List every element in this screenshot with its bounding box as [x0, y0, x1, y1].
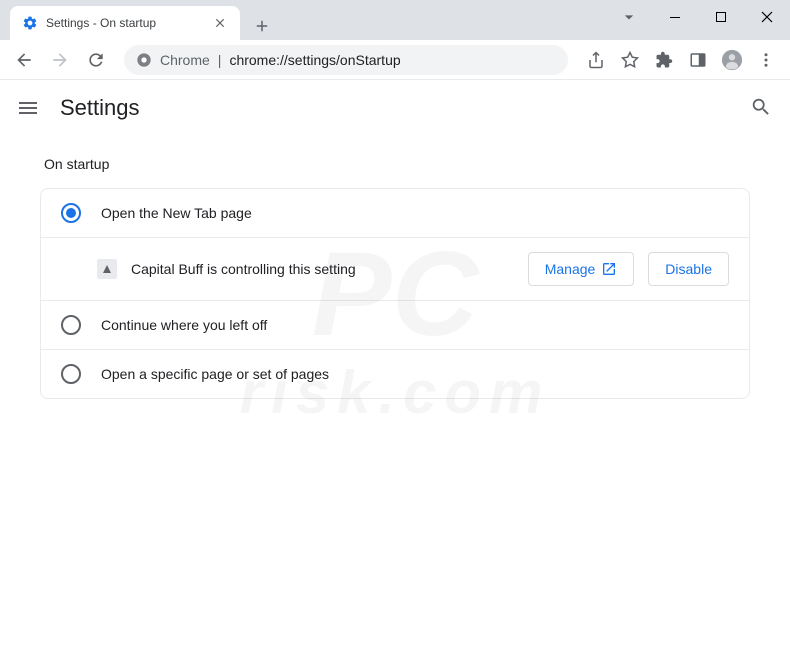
kebab-menu-icon[interactable] — [750, 44, 782, 76]
radio-label: Continue where you left off — [101, 317, 267, 333]
omnibox-prefix: Chrome — [160, 52, 210, 68]
tab-title: Settings - On startup — [46, 16, 204, 30]
address-bar[interactable]: Chrome | chrome://settings/onStartup — [124, 45, 568, 75]
omnibox-url: chrome://settings/onStartup — [229, 52, 400, 68]
startup-options-card: Open the New Tab page Capital Buff is co… — [40, 188, 750, 399]
forward-button[interactable] — [44, 44, 76, 76]
hamburger-menu-icon[interactable] — [16, 96, 40, 120]
browser-tab[interactable]: Settings - On startup — [10, 6, 240, 40]
reload-button[interactable] — [80, 44, 112, 76]
radio-continue[interactable]: Continue where you left off — [41, 301, 749, 349]
manage-button[interactable]: Manage — [528, 252, 635, 286]
extension-app-icon — [97, 259, 117, 279]
maximize-button[interactable] — [698, 2, 744, 32]
radio-unselected-icon — [61, 315, 81, 335]
minimize-button[interactable] — [652, 2, 698, 32]
disable-button[interactable]: Disable — [648, 252, 729, 286]
bookmark-star-icon[interactable] — [614, 44, 646, 76]
extension-notice-text: Capital Buff is controlling this setting — [131, 261, 514, 277]
chevron-down-icon[interactable] — [606, 2, 652, 32]
close-tab-icon[interactable] — [212, 15, 228, 31]
radio-unselected-icon — [61, 364, 81, 384]
section-label: On startup — [40, 156, 750, 172]
radio-open-new-tab[interactable]: Open the New Tab page — [41, 189, 749, 237]
back-button[interactable] — [8, 44, 40, 76]
chrome-icon — [136, 52, 152, 68]
radio-label: Open a specific page or set of pages — [101, 366, 329, 382]
share-icon[interactable] — [580, 44, 612, 76]
search-icon[interactable] — [750, 96, 774, 120]
sidepanel-icon[interactable] — [682, 44, 714, 76]
radio-specific-pages[interactable]: Open a specific page or set of pages — [41, 350, 749, 398]
extensions-icon[interactable] — [648, 44, 680, 76]
radio-label: Open the New Tab page — [101, 205, 252, 221]
extension-controlling-notice: Capital Buff is controlling this setting… — [41, 237, 749, 300]
radio-selected-icon — [61, 203, 81, 223]
external-link-icon — [601, 261, 617, 277]
profile-avatar-icon[interactable] — [716, 44, 748, 76]
settings-gear-icon — [22, 15, 38, 31]
close-window-button[interactable] — [744, 2, 790, 32]
page-title: Settings — [60, 95, 730, 121]
new-tab-button[interactable] — [248, 12, 276, 40]
